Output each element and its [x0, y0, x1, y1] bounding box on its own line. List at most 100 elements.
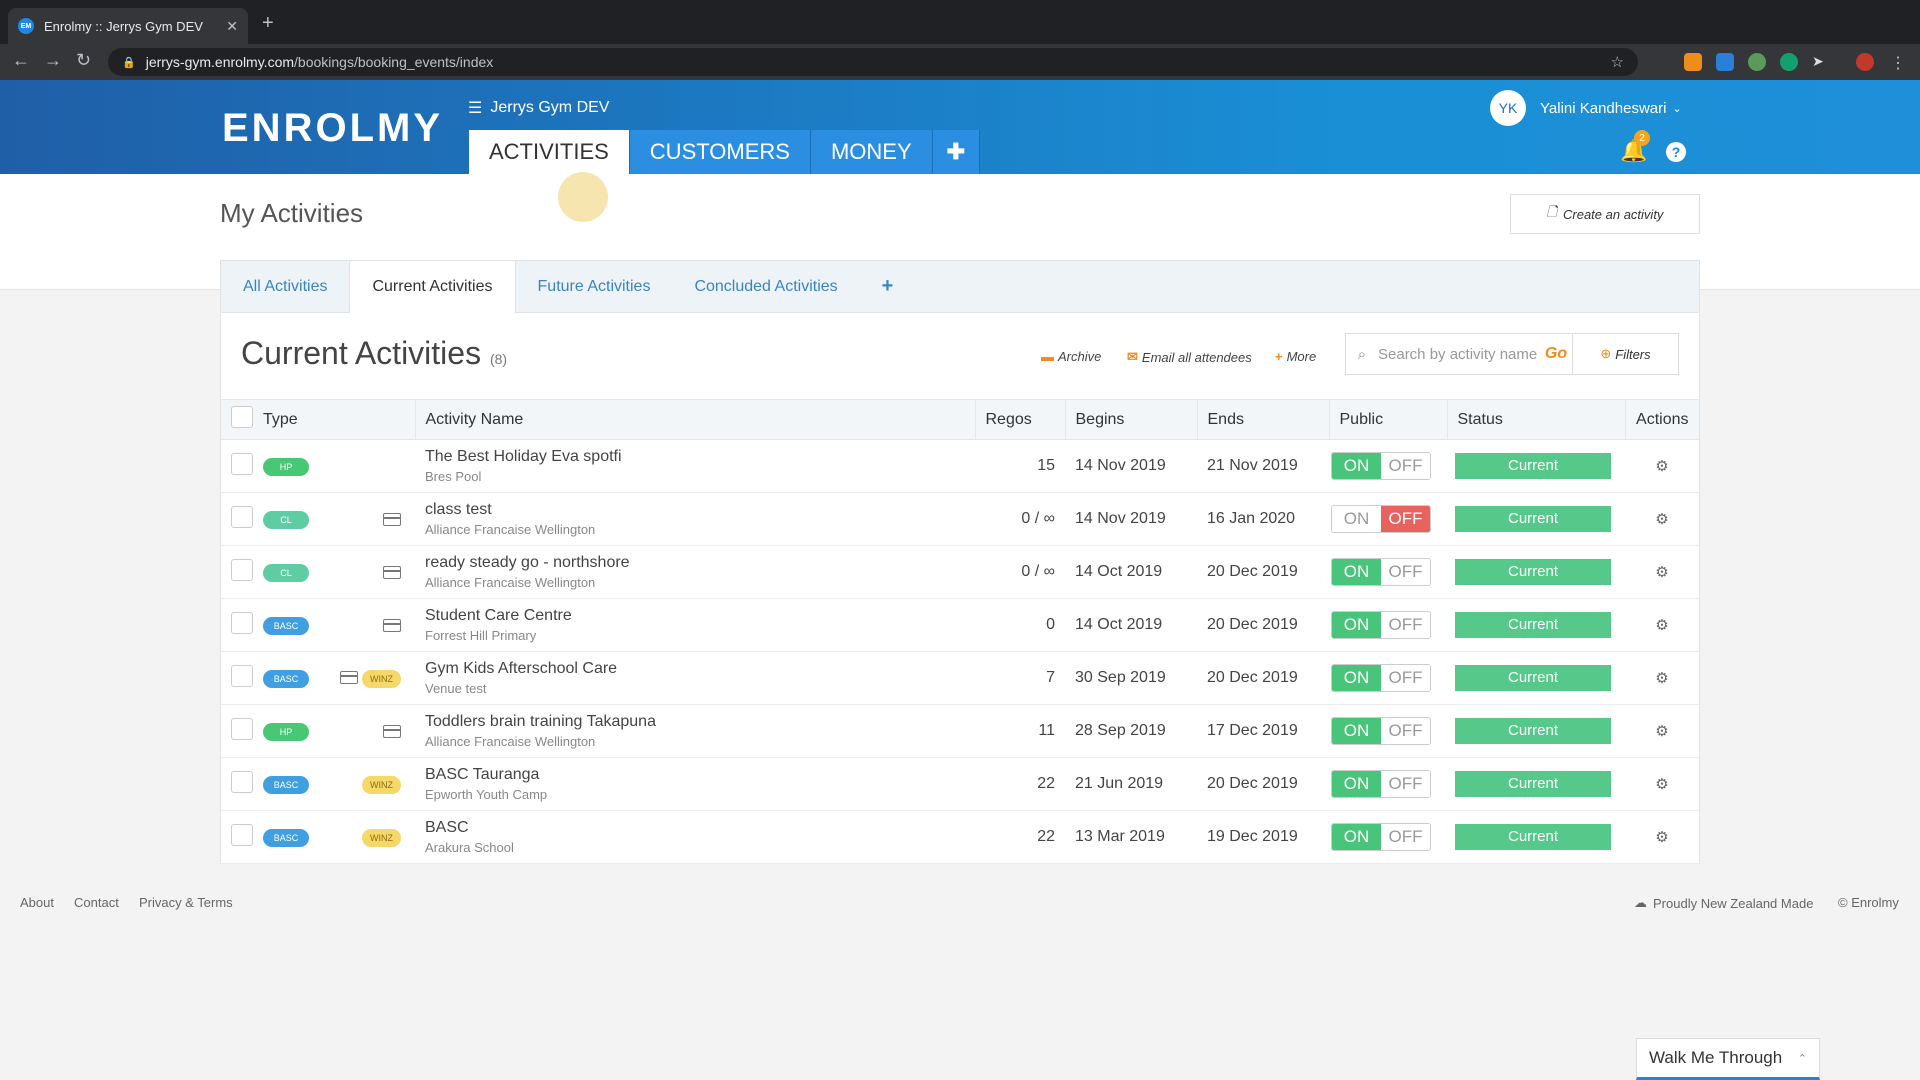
gear-icon[interactable]: ⚙	[1625, 669, 1699, 687]
more-button[interactable]: + More	[1275, 349, 1316, 364]
table-row[interactable]: HP Toddlers brain training Takapuna Allian…	[221, 704, 1699, 758]
back-icon[interactable]: ←	[12, 50, 30, 71]
public-toggle[interactable]: ON OFF	[1331, 823, 1431, 851]
go-button[interactable]: Go	[1540, 345, 1572, 363]
tab-concluded-activities[interactable]: Concluded Activities	[672, 261, 859, 312]
row-checkbox[interactable]	[231, 559, 253, 581]
nav-tab-activities[interactable]: ACTIVITIES	[469, 130, 630, 174]
close-tab-icon[interactable]: ✕	[226, 18, 238, 35]
select-all-checkbox[interactable]	[231, 406, 253, 428]
toggle-off[interactable]: OFF	[1381, 559, 1430, 585]
profile-icon[interactable]	[1856, 53, 1874, 71]
add-tab-icon[interactable]: +	[860, 261, 916, 312]
public-toggle[interactable]: ON OFF	[1331, 770, 1431, 798]
toggle-on[interactable]: ON	[1332, 559, 1381, 585]
nav-add-icon[interactable]: ✚	[932, 130, 981, 174]
table-row[interactable]: BASC Student Care Centre Forrest Hill Prim…	[221, 598, 1699, 652]
row-checkbox[interactable]	[231, 453, 253, 475]
email-all-button[interactable]: ✉ Email all attendees	[1127, 349, 1252, 365]
filters-button[interactable]: ⊕ Filters	[1572, 334, 1678, 374]
toggle-off[interactable]: OFF	[1381, 771, 1430, 797]
col-begins[interactable]: Begins	[1065, 399, 1198, 440]
nav-tab-customers[interactable]: CUSTOMERS	[629, 130, 811, 174]
gear-icon[interactable]: ⚙	[1625, 563, 1699, 581]
forward-icon[interactable]: →	[44, 50, 62, 71]
public-toggle[interactable]: ON OFF	[1331, 664, 1431, 692]
col-regos[interactable]: Regos	[975, 399, 1066, 440]
enrolmy-logo[interactable]: ENROLMY	[222, 106, 443, 151]
gear-icon[interactable]: ⚙	[1625, 510, 1699, 528]
walk-me-through-widget[interactable]: Walk Me Through ⌃	[1636, 1038, 1820, 1080]
toggle-off[interactable]: OFF	[1381, 718, 1430, 744]
public-toggle[interactable]: ON OFF	[1331, 717, 1431, 745]
browser-tab[interactable]: EM Enrolmy :: Jerrys Gym DEV ✕	[8, 8, 248, 44]
activity-name-link[interactable]: BASC Tauranga	[425, 766, 975, 784]
row-checkbox[interactable]	[231, 612, 253, 634]
table-row[interactable]: BASC WINZ BASC Arakura School 22 13 Mar 2019…	[221, 810, 1699, 864]
table-row[interactable]: BASC WINZ Gym Kids Afterschool Care Venue …	[221, 651, 1699, 705]
extension-icon[interactable]	[1748, 53, 1766, 71]
extension-icon[interactable]	[1684, 53, 1702, 71]
public-toggle[interactable]: ON OFF	[1331, 558, 1431, 586]
table-row[interactable]: HP The Best Holiday Eva spotfi Bres Pool 15…	[221, 439, 1699, 493]
toggle-off[interactable]: OFF	[1381, 612, 1430, 638]
footer-link-privacy[interactable]: Privacy & Terms	[139, 895, 233, 910]
activity-name-link[interactable]: The Best Holiday Eva spotfi	[425, 448, 975, 466]
toggle-on[interactable]: ON	[1332, 665, 1381, 691]
public-toggle[interactable]: ON OFF	[1331, 452, 1431, 480]
address-bar[interactable]: 🔒 jerrys-gym.enrolmy.com /bookings/booki…	[108, 48, 1638, 76]
activity-name-link[interactable]: ready steady go - northshore	[425, 554, 975, 572]
tab-future-activities[interactable]: Future Activities	[516, 261, 673, 312]
toggle-on[interactable]: ON	[1332, 824, 1381, 850]
cursor-extension-icon[interactable]: ➤	[1812, 53, 1830, 71]
toggle-off[interactable]: OFF	[1381, 453, 1430, 479]
table-row[interactable]: CL ready steady go - northshore Alliance F…	[221, 545, 1699, 599]
activity-name-link[interactable]: class test	[425, 501, 975, 519]
col-activity-name[interactable]: Activity Name	[415, 399, 976, 440]
row-checkbox[interactable]	[231, 665, 253, 687]
activity-name-link[interactable]: Gym Kids Afterschool Care	[425, 660, 975, 678]
col-public[interactable]: Public	[1329, 399, 1448, 440]
reload-icon[interactable]: ↻	[76, 50, 91, 71]
bookmark-star-icon[interactable]: ☆	[1611, 53, 1624, 71]
footer-link-about[interactable]: About	[20, 895, 54, 910]
col-type[interactable]: Type	[263, 400, 325, 440]
table-row[interactable]: CL class test Alliance Francaise Wellingto…	[221, 492, 1699, 546]
org-switcher[interactable]: ☰ Jerrys Gym DEV	[468, 98, 609, 118]
row-checkbox[interactable]	[231, 718, 253, 740]
row-checkbox[interactable]	[231, 506, 253, 528]
gear-icon[interactable]: ⚙	[1625, 775, 1699, 793]
toggle-on[interactable]: ON	[1332, 453, 1381, 479]
menu-dots-icon[interactable]: ⋮	[1890, 53, 1908, 72]
toggle-on[interactable]: ON	[1332, 612, 1381, 638]
extension-icon[interactable]	[1716, 53, 1734, 71]
gear-icon[interactable]: ⚙	[1625, 722, 1699, 740]
toggle-on[interactable]: ON	[1332, 718, 1381, 744]
toggle-on[interactable]: ON	[1332, 771, 1381, 797]
row-checkbox[interactable]	[231, 771, 253, 793]
activity-name-link[interactable]: Toddlers brain training Takapuna	[425, 713, 975, 731]
tab-all-activities[interactable]: All Activities	[221, 261, 349, 312]
toggle-off[interactable]: OFF	[1381, 506, 1430, 532]
activity-name-link[interactable]: Student Care Centre	[425, 607, 975, 625]
footer-link-contact[interactable]: Contact	[74, 895, 119, 910]
public-toggle[interactable]: ON OFF	[1331, 611, 1431, 639]
gear-icon[interactable]: ⚙	[1625, 828, 1699, 846]
toggle-off[interactable]: OFF	[1381, 824, 1430, 850]
gear-icon[interactable]: ⚙	[1625, 457, 1699, 475]
bell-icon[interactable]: 🔔 2	[1620, 130, 1650, 164]
col-ends[interactable]: Ends	[1197, 399, 1330, 440]
row-checkbox[interactable]	[231, 824, 253, 846]
search-input[interactable]	[1378, 345, 1540, 363]
activity-name-link[interactable]: BASC	[425, 819, 975, 837]
archive-button[interactable]: ▬ Archive	[1041, 349, 1101, 364]
new-tab-icon[interactable]: +	[262, 12, 274, 35]
help-icon[interactable]: ?	[1666, 142, 1686, 162]
col-status[interactable]: Status	[1447, 399, 1626, 440]
user-menu[interactable]: YK Yalini Kandheswari ⌄	[1490, 90, 1682, 126]
toggle-on[interactable]: ON	[1332, 506, 1381, 532]
grammarly-icon[interactable]	[1780, 53, 1798, 71]
tab-current-activities[interactable]: Current Activities	[349, 261, 516, 313]
gear-icon[interactable]: ⚙	[1625, 616, 1699, 634]
create-activity-button[interactable]: 🗋 Create an activity	[1510, 194, 1700, 234]
